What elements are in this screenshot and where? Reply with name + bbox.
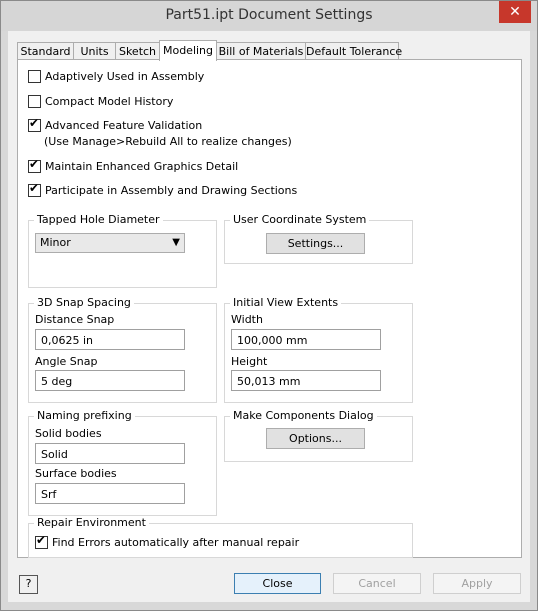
find-errors-checkbox[interactable]: ✔: [35, 533, 48, 549]
check-icon: ✔: [29, 157, 40, 171]
naming-prefix-group: Naming prefixing Solid bodies Solid Surf…: [28, 409, 217, 516]
angle-snap-input[interactable]: 5 deg: [35, 370, 185, 391]
close-window-icon[interactable]: ✕: [499, 1, 531, 23]
height-label: Height: [231, 355, 268, 368]
find-errors-option[interactable]: ✔ Find Errors automatically after manual…: [35, 533, 300, 549]
adaptively-used-checkbox[interactable]: [28, 70, 41, 83]
tab-units[interactable]: Units: [73, 42, 116, 60]
enhanced-graphics-option[interactable]: ✔ Maintain Enhanced Graphics Detail: [28, 157, 239, 173]
tapped-hole-title: Tapped Hole Diameter: [34, 213, 163, 226]
naming-prefix-title: Naming prefixing: [34, 409, 135, 422]
distance-snap-label: Distance Snap: [35, 313, 115, 326]
surface-bodies-label: Surface bodies: [35, 467, 117, 480]
cancel-button[interactable]: Cancel: [333, 573, 421, 594]
ucs-title: User Coordinate System: [230, 213, 370, 226]
solid-bodies-input[interactable]: Solid: [35, 443, 185, 464]
adaptively-used-label: Adaptively Used in Assembly: [45, 70, 205, 83]
angle-snap-label: Angle Snap: [35, 355, 98, 368]
advanced-validation-note: (Use Manage>Rebuild All to realize chang…: [44, 135, 292, 148]
apply-button[interactable]: Apply: [433, 573, 521, 594]
make-components-group: Make Components Dialog Options...: [224, 409, 413, 462]
find-errors-label: Find Errors automatically after manual r…: [52, 536, 300, 549]
height-input[interactable]: 50,013 mm: [231, 370, 381, 391]
advanced-validation-option[interactable]: ✔ Advanced Feature Validation: [28, 116, 203, 132]
snap-spacing-group: 3D Snap Spacing Distance Snap 0,0625 in …: [28, 296, 217, 403]
enhanced-graphics-checkbox[interactable]: ✔: [28, 157, 41, 173]
tab-standard[interactable]: Standard: [17, 42, 74, 60]
compact-history-checkbox[interactable]: [28, 95, 41, 108]
advanced-validation-checkbox[interactable]: ✔: [28, 116, 41, 132]
solid-bodies-label: Solid bodies: [35, 427, 102, 440]
compact-history-option[interactable]: Compact Model History: [28, 95, 173, 108]
repair-environment-title: Repair Environment: [34, 516, 149, 529]
make-components-options-button[interactable]: Options...: [266, 428, 365, 449]
help-icon[interactable]: ?: [19, 575, 38, 594]
participate-sections-checkbox[interactable]: ✔: [28, 181, 41, 197]
width-label: Width: [231, 313, 263, 326]
tab-default-tolerance[interactable]: Default Tolerance: [305, 42, 402, 60]
window-title: Part51.ipt Document Settings: [165, 7, 373, 23]
distance-snap-input[interactable]: 0,0625 in: [35, 329, 185, 350]
repair-environment-group: Repair Environment ✔ Find Errors automat…: [28, 516, 413, 558]
participate-sections-option[interactable]: ✔ Participate in Assembly and Drawing Se…: [28, 181, 298, 197]
check-icon: ✔: [29, 181, 40, 195]
advanced-validation-label: Advanced Feature Validation: [45, 119, 203, 132]
view-extents-title: Initial View Extents: [230, 296, 342, 309]
tab-modeling[interactable]: Modeling: [159, 40, 217, 61]
surface-bodies-input[interactable]: Srf: [35, 483, 185, 504]
tapped-hole-group: Tapped Hole Diameter Minor ▼: [28, 213, 217, 288]
check-icon: ✔: [36, 533, 47, 547]
tapped-hole-select[interactable]: Minor ▼: [35, 233, 185, 253]
enhanced-graphics-label: Maintain Enhanced Graphics Detail: [45, 160, 239, 173]
view-extents-group: Initial View Extents Width 100,000 mm He…: [224, 296, 413, 403]
width-input[interactable]: 100,000 mm: [231, 329, 381, 350]
chevron-down-icon: ▼: [172, 237, 180, 248]
tab-bill-of-materials[interactable]: Bill of Materials: [216, 42, 306, 60]
tapped-hole-value: Minor: [40, 236, 71, 249]
dialog-client: Standard Units Sketch Modeling Bill of M…: [8, 31, 530, 602]
ucs-settings-button[interactable]: Settings...: [266, 233, 365, 254]
modeling-panel: Adaptively Used in Assembly Compact Mode…: [17, 59, 522, 558]
title-bar: Part51.ipt Document Settings ✕: [1, 1, 537, 31]
participate-sections-label: Participate in Assembly and Drawing Sect…: [45, 184, 298, 197]
adaptively-used-option[interactable]: Adaptively Used in Assembly: [28, 70, 204, 83]
tab-sketch[interactable]: Sketch: [115, 42, 160, 60]
check-icon: ✔: [29, 116, 40, 130]
dialog-window: Part51.ipt Document Settings ✕ Standard …: [0, 0, 538, 611]
close-button[interactable]: Close: [234, 573, 321, 594]
compact-history-label: Compact Model History: [45, 95, 174, 108]
snap-spacing-title: 3D Snap Spacing: [34, 296, 134, 309]
make-components-title: Make Components Dialog: [230, 409, 377, 422]
ucs-group: User Coordinate System Settings...: [224, 213, 413, 264]
